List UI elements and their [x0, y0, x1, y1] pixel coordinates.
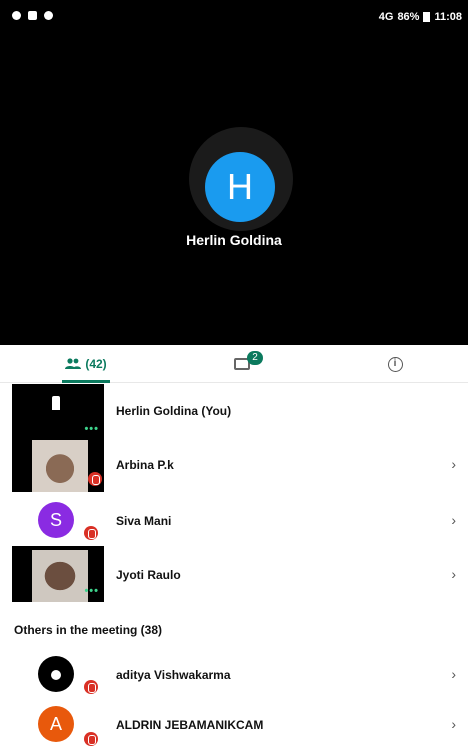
avatar-image-icon: [51, 670, 61, 681]
participant-row[interactable]: Arbina P.k ›: [0, 436, 468, 492]
participant-name: Siva Mani: [116, 514, 172, 528]
chevron-right-icon[interactable]: ›: [451, 566, 456, 582]
participant-row[interactable]: ••• Jyoti Raulo ›: [0, 546, 468, 602]
mic-off-icon: [84, 526, 98, 540]
participant-video: •••: [12, 384, 104, 440]
participant-name: Herlin Goldina (You): [116, 404, 232, 418]
chevron-right-icon[interactable]: ›: [451, 456, 456, 472]
chevron-right-icon[interactable]: ›: [451, 512, 456, 528]
chat-icon: 2: [234, 351, 263, 370]
participant-row[interactable]: S Siva Mani ›: [0, 492, 468, 548]
participant-row[interactable]: ••• Herlin Goldina (You): [0, 384, 468, 440]
participant-face: [32, 550, 88, 602]
participant-video: •••: [12, 546, 104, 602]
battery-level: 86%: [397, 11, 420, 23]
settings-icon: [44, 11, 53, 20]
people-count: (42): [85, 357, 107, 371]
chat-badge: 2: [247, 351, 263, 365]
mic-off-icon: [84, 680, 98, 694]
tab-bar: (42) 2 i: [0, 345, 468, 383]
audio-indicator: •••: [84, 423, 99, 435]
mic-off-icon: [84, 732, 98, 746]
chevron-right-icon[interactable]: ›: [451, 666, 456, 682]
location-icon: [12, 11, 21, 20]
signal-indicator: 4G: [378, 11, 394, 23]
pin-icon: [52, 396, 60, 410]
mic-off-icon: [88, 472, 102, 486]
participant-name: ALDRIN JEBAMANIKCAM: [116, 718, 264, 732]
participant-face: [32, 440, 88, 492]
tab-people[interactable]: (42): [58, 345, 114, 383]
video-stage: 4G 86% 11:08 H Herlin Goldina: [0, 0, 468, 345]
speaker-avatar: H: [205, 152, 275, 222]
mail-icon: [28, 11, 37, 20]
tab-chat[interactable]: 2: [222, 345, 263, 383]
participant-name: Jyoti Raulo: [116, 568, 181, 582]
info-icon: i: [387, 356, 403, 372]
participant-row[interactable]: A ALDRIN JEBAMANIKCAM ›: [0, 700, 468, 756]
speaker-name: Herlin Goldina: [186, 232, 282, 248]
audio-indicator: •••: [84, 585, 99, 597]
participant-avatar: A: [38, 706, 74, 742]
tab-info[interactable]: i: [380, 345, 410, 383]
participant-name: aditya Vishwakarma: [116, 668, 231, 682]
participant-name: Arbina P.k: [116, 458, 174, 472]
participant-avatar: [38, 656, 74, 692]
participant-avatar: S: [38, 502, 74, 538]
status-bar: 4G 86% 11:08: [0, 0, 468, 34]
others-heading: Others in the meeting (38): [14, 623, 163, 637]
battery-icon: [423, 12, 431, 22]
clock: 11:08: [434, 11, 462, 23]
people-icon: [65, 358, 82, 369]
chevron-right-icon[interactable]: ›: [451, 716, 456, 732]
participant-row[interactable]: aditya Vishwakarma ›: [0, 648, 468, 704]
